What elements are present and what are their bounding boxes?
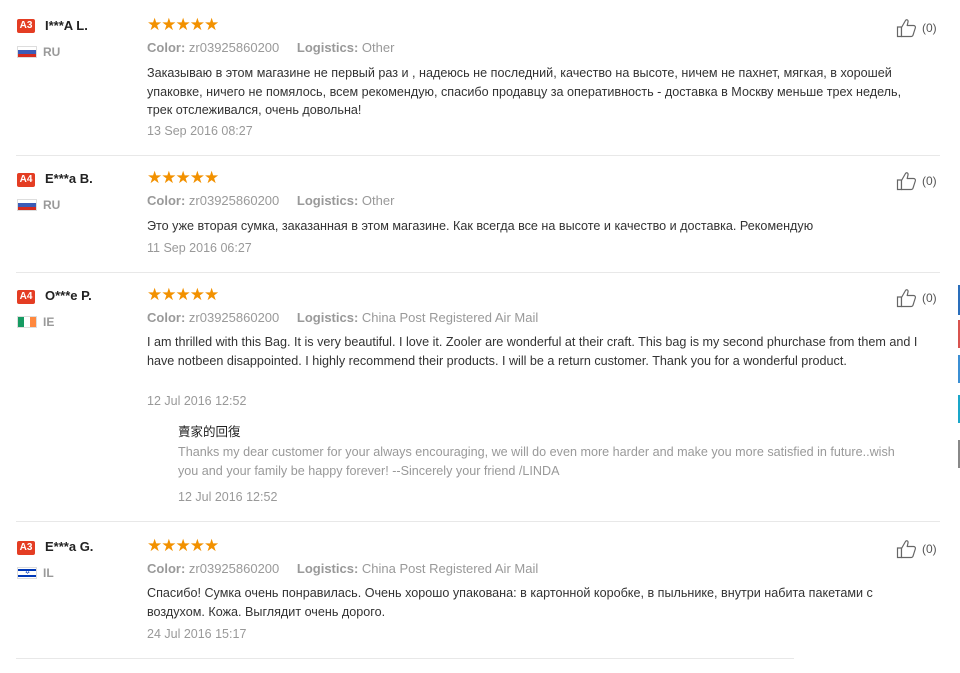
russia-flag-icon xyxy=(17,46,37,58)
logistics-label: Logistics: xyxy=(296,561,359,576)
review-text: Заказываю в этом магазине не первый раз … xyxy=(147,66,902,117)
color-value: zr03925860200 xyxy=(188,193,280,208)
review-date: 24 Jul 2016 15:17 xyxy=(147,627,247,641)
logistics-label: Logistics: xyxy=(296,40,359,55)
buyer-level-badge: A4 xyxy=(17,290,35,304)
color-label: Color: xyxy=(147,310,186,325)
color-value: zr03925860200 xyxy=(188,40,280,55)
like-button[interactable]: (0) xyxy=(896,171,937,191)
like-count: (0) xyxy=(922,21,937,35)
review-text: I am thrilled with this Bag. It is very … xyxy=(147,335,918,368)
seller-reply-date: 12 Jul 2016 12:52 xyxy=(178,490,278,504)
reviewer-country: RU xyxy=(43,45,61,59)
seller-reply-title: 賣家的回復 xyxy=(178,425,241,439)
star-rating: ★★★★★ xyxy=(147,15,219,34)
star-rating: ★★★★★ xyxy=(147,168,219,187)
buyer-level-badge: A4 xyxy=(17,173,35,187)
star-rating: ★★★★★ xyxy=(147,285,219,304)
star-rating: ★★★★★ xyxy=(147,536,219,555)
like-count: (0) xyxy=(922,542,937,556)
review-item: A4 O***e P. IE ★★★★★ Color: zr0392586020… xyxy=(0,273,940,521)
review-item: A3 E***a G. ✡ IL ★★★★★ Color: zr03925860… xyxy=(0,522,940,658)
review-text: Спасибо! Сумка очень понравилась. Очень … xyxy=(147,586,873,619)
thumbs-up-icon xyxy=(896,540,917,559)
seller-reply-text: Thanks my dear customer for your always … xyxy=(178,445,895,478)
reviewer-name: O***e P. xyxy=(45,288,92,303)
thumbs-up-icon xyxy=(896,19,917,38)
order-meta: Color: zr03925860200 Logistics: China Po… xyxy=(147,561,538,576)
order-meta: Color: zr03925860200 Logistics: Other xyxy=(147,193,394,208)
review-date: 13 Sep 2016 08:27 xyxy=(147,124,253,138)
buyer-level-badge: A3 xyxy=(17,541,35,555)
logistics-value: China Post Registered Air Mail xyxy=(361,310,539,325)
logistics-label: Logistics: xyxy=(296,310,359,325)
order-meta: Color: zr03925860200 Logistics: Other xyxy=(147,40,394,55)
color-value: zr03925860200 xyxy=(188,561,280,576)
logistics-value: Other xyxy=(361,40,395,55)
color-label: Color: xyxy=(147,561,186,576)
thumbs-up-icon xyxy=(896,289,917,308)
like-count: (0) xyxy=(922,174,937,188)
review-item: A3 I***A L. RU ★★★★★ Color: zr0392586020… xyxy=(0,0,940,155)
like-button[interactable]: (0) xyxy=(896,18,937,38)
like-count: (0) xyxy=(922,291,937,305)
review-date: 12 Jul 2016 12:52 xyxy=(147,394,247,408)
reviewer-country: RU xyxy=(43,198,61,212)
order-meta: Color: zr03925860200 Logistics: China Po… xyxy=(147,310,538,325)
buyer-level-badge: A3 xyxy=(17,19,35,33)
color-value: zr03925860200 xyxy=(188,310,280,325)
logistics-value: China Post Registered Air Mail xyxy=(361,561,539,576)
reviewer-name: E***a G. xyxy=(45,539,94,554)
logistics-label: Logistics: xyxy=(296,193,359,208)
russia-flag-icon xyxy=(17,199,37,211)
thumbs-up-icon xyxy=(896,172,917,191)
israel-flag-icon: ✡ xyxy=(17,567,37,579)
ireland-flag-icon xyxy=(17,316,37,328)
review-text: Это уже вторая сумка, заказанная в этом … xyxy=(147,219,814,233)
color-label: Color: xyxy=(147,40,186,55)
review-item: A4 E***a B. RU ★★★★★ Color: zr0392586020… xyxy=(0,156,940,272)
color-label: Color: xyxy=(147,193,186,208)
logistics-value: Other xyxy=(361,193,395,208)
review-date: 11 Sep 2016 06:27 xyxy=(147,241,252,255)
reviewer-name: I***A L. xyxy=(45,18,88,33)
like-button[interactable]: (0) xyxy=(896,539,937,559)
reviewer-country: IL xyxy=(43,566,54,580)
reviewer-country: IE xyxy=(43,315,55,329)
like-button[interactable]: (0) xyxy=(896,288,937,308)
reviewer-name: E***a B. xyxy=(45,171,93,186)
review-divider xyxy=(16,658,794,659)
